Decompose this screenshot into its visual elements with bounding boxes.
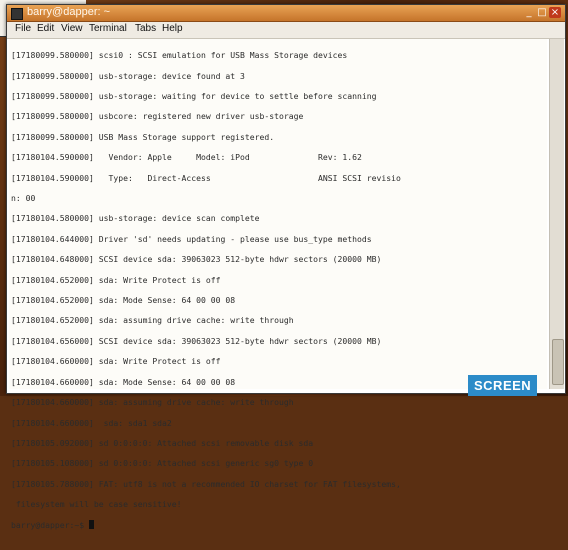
- terminal-line: [17180099.580000] USB Mass Storage suppo…: [11, 131, 275, 142]
- terminal-line: [17180099.580000] usbcore: registered ne…: [11, 111, 304, 122]
- terminal-line: [17180104.652000] sda: Mode Sense: 64 00…: [11, 295, 236, 306]
- terminal-line: [17180099.580000] usb-storage: device fo…: [11, 70, 245, 81]
- terminal-line: [17180099.580000] usb-storage: waiting f…: [11, 91, 377, 102]
- vertical-scrollbar[interactable]: [549, 39, 564, 389]
- screen-badge: SCREEN: [468, 375, 538, 396]
- terminal-line: [17180104.660000] sda: sda1 sda2: [11, 417, 172, 428]
- terminal-line: filesystem will be case sensitive!: [11, 499, 182, 510]
- terminal-line: [17180104.656000] SCSI device sda: 39063…: [11, 335, 382, 346]
- terminal-prompt-line[interactable]: barry@dapper:~$: [11, 519, 547, 530]
- menu-terminal[interactable]: Terminal: [89, 23, 127, 34]
- terminal-text: [17180099.580000] scsi0 : SCSI emulation…: [11, 40, 547, 550]
- menu-edit[interactable]: Edit: [37, 23, 54, 34]
- terminal-line: [17180104.590000] Vendor: Apple Model: i…: [11, 152, 362, 163]
- menu-help[interactable]: Help: [162, 23, 183, 34]
- menu-file[interactable]: File: [15, 23, 31, 34]
- shell-prompt: barry@dapper:~$: [11, 519, 89, 530]
- close-button[interactable]: ×: [549, 7, 561, 18]
- terminal-line: [17180104.648000] SCSI device sda: 39063…: [11, 254, 382, 265]
- minimize-button[interactable]: _: [523, 7, 535, 18]
- terminal-line: [17180104.652000] sda: assuming drive ca…: [11, 315, 294, 326]
- maximize-button[interactable]: □: [536, 7, 548, 18]
- terminal-line: [17180105.108000] sd 0:0:0:0: Attached s…: [11, 458, 314, 469]
- menu-view[interactable]: View: [61, 23, 83, 34]
- terminal-output-area[interactable]: [17180099.580000] scsi0 : SCSI emulation…: [9, 39, 547, 530]
- text-cursor: [88, 519, 94, 529]
- title-bar[interactable]: barry@dapper: ~ _ □ ×: [7, 5, 565, 22]
- terminal-line: [17180104.660000] sda: assuming drive ca…: [11, 397, 294, 408]
- window-title: barry@dapper: ~: [27, 6, 111, 18]
- terminal-line: [17180104.660000] sda: Mode Sense: 64 00…: [11, 376, 236, 387]
- terminal-line: n: 00: [11, 193, 36, 204]
- terminal-line: [17180104.652000] sda: Write Protect is …: [11, 274, 221, 285]
- terminal-line: [17180105.788000] FAT: utf8 is not a rec…: [11, 478, 401, 489]
- terminal-line: [17180104.590000] Type: Direct-Access AN…: [11, 172, 401, 183]
- scrollbar-thumb[interactable]: [552, 339, 564, 385]
- terminal-line: [17180099.580000] scsi0 : SCSI emulation…: [11, 50, 348, 61]
- terminal-line: [17180105.092000] sd 0:0:0:0: Attached s…: [11, 437, 314, 448]
- terminal-line: [17180104.644000] Driver 'sd' needs upda…: [11, 233, 372, 244]
- menu-bar: File Edit View Terminal Tabs Help: [7, 22, 565, 39]
- terminal-line: [17180104.580000] usb-storage: device sc…: [11, 213, 260, 224]
- terminal-icon: [11, 8, 23, 20]
- menu-tabs[interactable]: Tabs: [135, 23, 156, 34]
- terminal-line: [17180104.660000] sda: Write Protect is …: [11, 356, 221, 367]
- terminal-window: barry@dapper: ~ _ □ × File Edit View Ter…: [6, 4, 566, 530]
